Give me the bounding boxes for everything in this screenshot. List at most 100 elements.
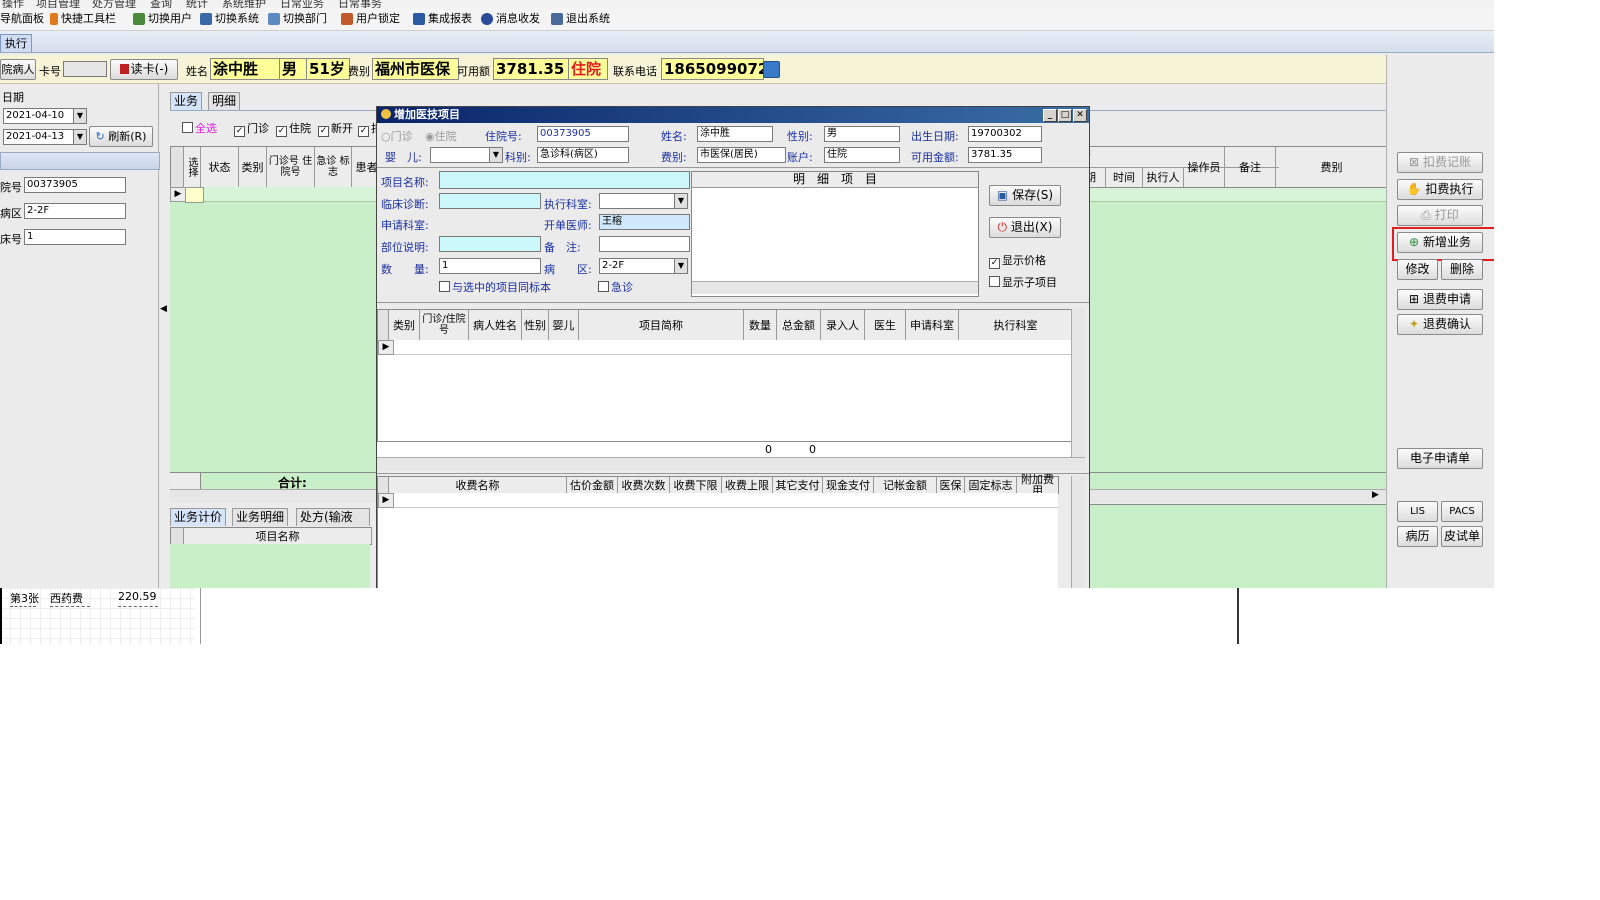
dlg-dob-input[interactable]: 19700302 [968,126,1042,142]
save-button[interactable]: ▣ 保存(S) [989,185,1061,206]
menu-item[interactable]: 处方管理 [92,0,136,8]
tab-business-pricing[interactable]: 业务计价 [170,508,227,526]
date-from-picker[interactable]: 2021-04-10 [3,108,77,124]
refund-confirm-button[interactable]: ✦ 退费确认 [1397,314,1483,335]
dept-input[interactable]: 急诊科(病区) [537,147,629,163]
refresh-button[interactable]: ↻ 刷新(R) [89,126,153,147]
table-row[interactable] [378,493,1058,508]
dlg-hosp-no-input[interactable]: 00373905 [537,126,629,142]
tab-business[interactable]: 业务 [170,92,203,110]
menu-item[interactable]: 日常事务 [338,0,382,8]
chevron-down-icon[interactable]: ▼ [674,193,688,209]
diagnosis-input[interactable] [439,193,541,209]
menu-item[interactable]: 系统维护 [222,0,266,8]
card-number-input[interactable] [63,61,107,77]
select-all-checkbox[interactable]: 全选 [182,120,217,136]
dlg-name-input[interactable]: 涂中胜 [697,126,773,142]
item-name-input[interactable] [439,171,690,189]
qty-input[interactable]: 1 [439,258,541,274]
detail-items-list[interactable]: 明 细 项 目 [691,171,979,297]
toolbar-message[interactable]: 消息收发 [481,11,540,27]
tab-execute[interactable]: 执行 [0,34,32,52]
tab-business-detail[interactable]: 业务明细 [232,508,289,526]
items-grid-body[interactable]: ▶ [377,340,1072,441]
items-grid-vscroll[interactable] [1071,309,1085,457]
ward-input[interactable]: 2-2F [24,203,126,219]
read-card-button[interactable]: 读卡(-) [110,59,178,80]
tab-detail[interactable]: 明细 [208,92,241,110]
doctor-input[interactable]: 王榕 [599,214,690,230]
remark-input[interactable] [599,236,690,252]
menu-item[interactable]: 操作 [2,0,24,8]
toolbar-nav-panel[interactable]: 导航面板 [0,11,44,27]
bed-input[interactable]: 1 [24,229,126,245]
chevron-down-icon[interactable]: ▼ [674,258,688,274]
radio-outpatient[interactable]: ○门诊 [381,128,413,144]
close-icon[interactable]: ✕ [1073,109,1087,122]
detail-hscroll[interactable] [692,281,978,294]
infant-select[interactable] [430,147,490,163]
phone-book-icon[interactable] [763,61,780,78]
exit-button[interactable]: ⏻ 退出(X) [989,217,1061,238]
menu-item[interactable]: 统计 [186,0,208,8]
read-card-label: 读卡(-) [130,62,169,76]
toolbar-switch-system[interactable]: 切换系统 [200,11,259,27]
delete-button[interactable]: 删除 [1441,259,1483,280]
pacs-button[interactable]: PACS [1441,501,1483,522]
toolbar-report[interactable]: 集成报表 [413,11,472,27]
toolbar-user-lock[interactable]: 用户锁定 [341,11,400,27]
filter-new[interactable]: ✓ 新开 [318,120,353,137]
toolbar-exit[interactable]: 退出系统 [551,11,610,27]
exec-dept-select[interactable] [599,193,684,209]
available-input[interactable]: 3781.35 [968,147,1042,163]
skin-test-button[interactable]: 皮试单 [1441,526,1483,547]
urgent-checkbox[interactable]: 急诊 [598,279,633,295]
maximize-icon[interactable]: □ [1058,109,1072,122]
chevron-down-icon[interactable]: ▼ [73,108,87,124]
edit-button[interactable]: 修改 [1397,259,1438,280]
print-button[interactable]: ⎙ 打印 [1397,205,1483,226]
fee-input[interactable]: 市医保(居民) [697,147,786,163]
radio-icon: ○ [381,130,391,143]
charges-grid-vscroll[interactable] [1071,476,1085,588]
scroll-right-icon[interactable]: ▶ [1372,490,1379,500]
dlg-sex-input[interactable]: 男 [824,126,900,142]
site-input[interactable] [439,236,541,252]
right-lower-grid[interactable] [1064,504,1386,588]
hosp-no-input[interactable]: 00373905 [24,177,126,193]
row-select-cell[interactable] [185,187,204,203]
charges-grid-body[interactable]: ▶ [377,493,1058,588]
menu-item[interactable]: 查询 [150,0,172,8]
filter-outpatient[interactable]: ✓ 门诊 [234,120,269,137]
menu-item[interactable]: 日常业务 [280,0,324,8]
add-business-button[interactable]: ⊕ 新增业务 [1397,232,1483,253]
deduct-charge-button[interactable]: ⊠ 扣费记账 [1397,152,1483,173]
chevron-down-icon[interactable]: ▼ [489,147,503,163]
chevron-down-icon[interactable]: ▼ [73,129,87,145]
show-subitems-checkbox[interactable]: 显示子项目 [989,274,1057,290]
items-grid-hscroll[interactable] [377,457,1085,470]
e-request-button[interactable]: 电子申请单 [1397,448,1483,469]
show-price-checkbox[interactable]: ✓ 显示价格 [989,252,1046,269]
toolbar-shortcut[interactable]: 快捷工具栏 [50,11,116,27]
deduct-execute-button[interactable]: ✋ 扣费执行 [1397,179,1483,200]
medical-record-button[interactable]: 病历 [1397,526,1438,547]
lis-button[interactable]: LIS [1397,501,1438,522]
date-to-picker[interactable]: 2021-04-13 [3,129,77,145]
remark-label: 备 注: [544,241,581,254]
table-row[interactable] [378,340,1072,355]
toolbar-switch-user[interactable]: 切换用户 [133,11,192,27]
radio-inpatient[interactable]: ◉住院 [425,128,457,144]
toolbar-switch-dept[interactable]: 切换部门 [268,11,327,27]
same-specimen-checkbox[interactable]: 与选中的项目同标本 [439,279,551,295]
inpatient-button[interactable]: 院病人 [0,59,36,80]
minimize-icon[interactable]: _ [1043,109,1057,122]
dlg-ward-select[interactable]: 2-2F [599,258,684,274]
account-input[interactable]: 住院 [824,147,900,163]
filter-inpatient[interactable]: ✓ 住院 [276,120,311,137]
pricing-grid-body[interactable] [170,544,370,588]
tab-prescription[interactable]: 处方(输液单) [296,508,370,541]
collapse-left-icon[interactable]: ◀ [160,304,167,314]
menu-item[interactable]: 项目管理 [36,0,80,8]
refund-request-button[interactable]: ⊞ 退费申请 [1397,289,1483,310]
